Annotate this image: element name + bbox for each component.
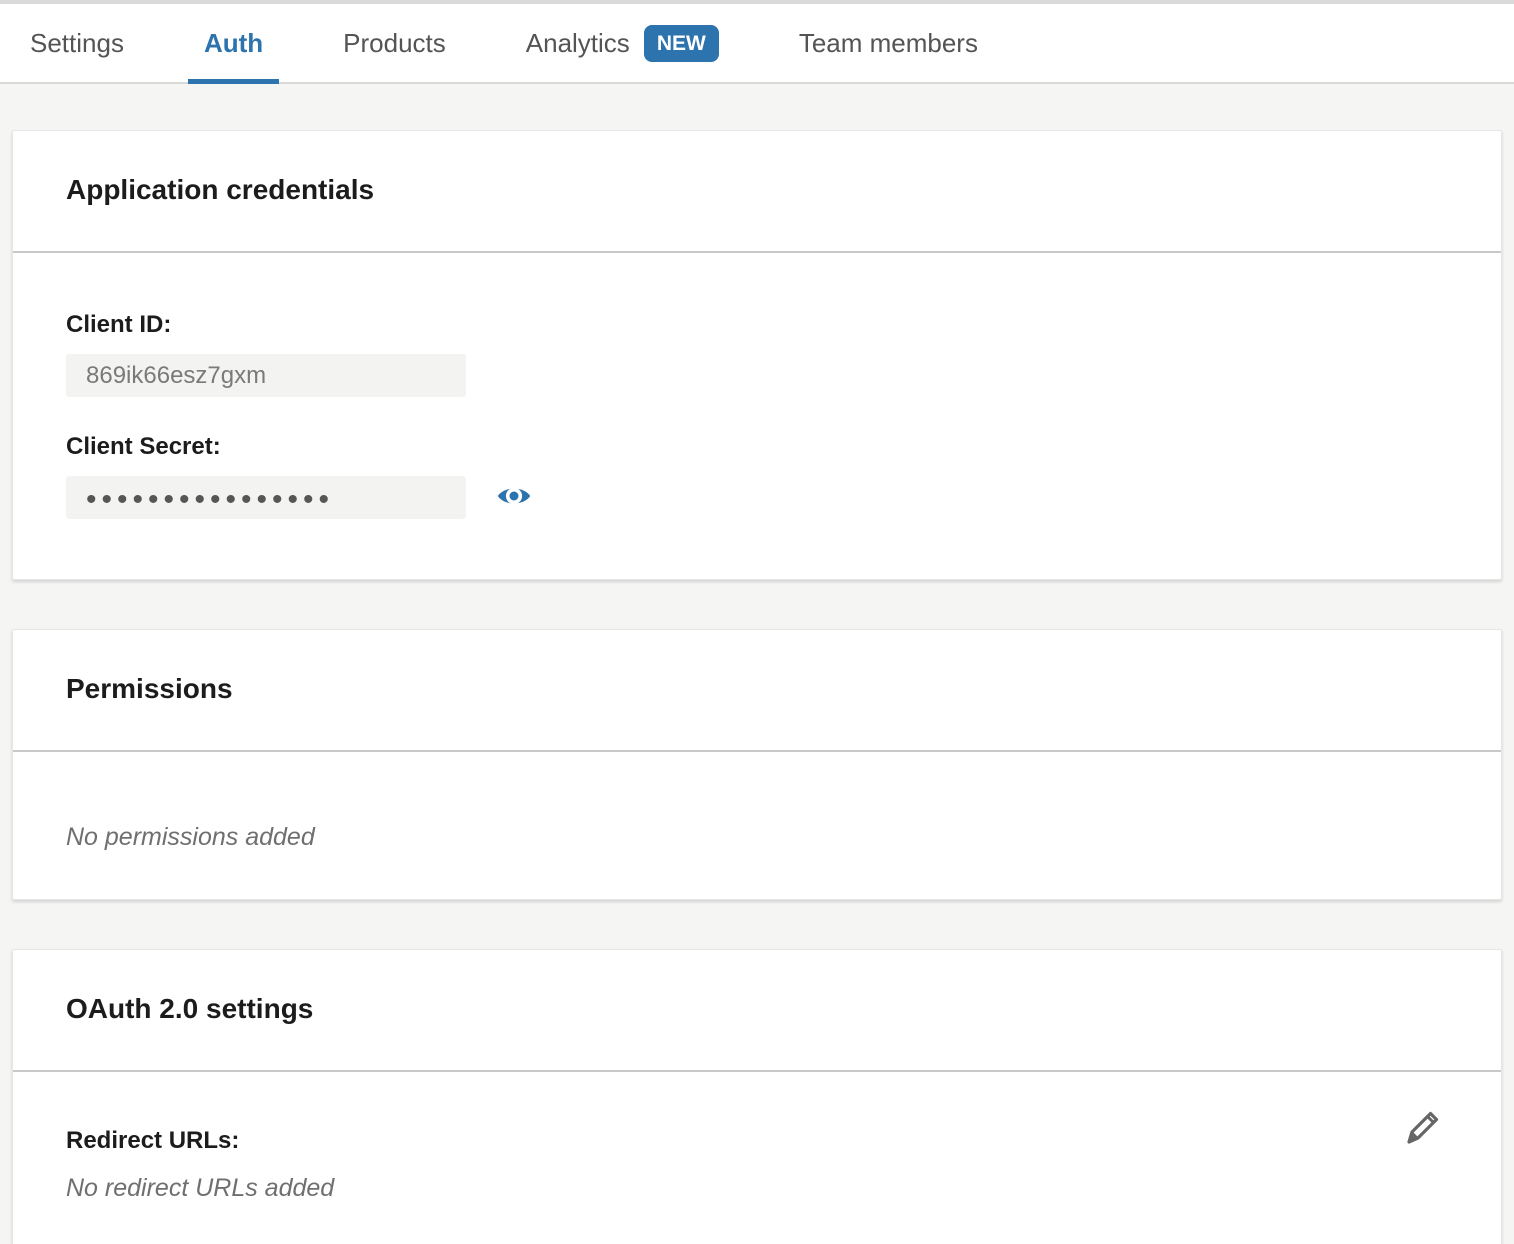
tab-analytics-label: Analytics — [526, 28, 630, 59]
tab-auth[interactable]: Auth — [188, 4, 279, 82]
permissions-header: Permissions — [13, 630, 1501, 752]
client-id-label: Client ID: — [66, 310, 1448, 340]
permissions-card: Permissions No permissions added — [12, 629, 1502, 900]
permissions-body: No permissions added — [13, 752, 1501, 899]
eye-icon — [496, 478, 532, 517]
show-secret-button[interactable] — [496, 480, 532, 516]
oauth-settings-header: OAuth 2.0 settings — [13, 950, 1501, 1072]
tab-analytics[interactable]: Analytics NEW — [510, 4, 735, 82]
tab-products-label: Products — [343, 28, 446, 59]
new-badge: NEW — [644, 25, 719, 62]
client-id-value: 869ik66esz7gxm — [66, 354, 466, 397]
application-credentials-card: Application credentials Client ID: 869ik… — [12, 130, 1502, 580]
oauth-settings-body: Redirect URLs: No redirect URLs added — [13, 1072, 1501, 1244]
oauth-settings-title: OAuth 2.0 settings — [66, 993, 1448, 1025]
tab-settings-label: Settings — [30, 28, 124, 59]
application-credentials-body: Client ID: 869ik66esz7gxm Client Secret:… — [13, 253, 1501, 579]
oauth-settings-card: OAuth 2.0 settings Redirect URLs: No red… — [12, 949, 1502, 1244]
main-content: Application credentials Client ID: 869ik… — [0, 84, 1514, 1244]
tab-team-members-label: Team members — [799, 28, 978, 59]
redirect-urls-label: Redirect URLs: — [66, 1126, 1448, 1156]
app-tab-bar: Settings Auth Products Analytics NEW Tea… — [0, 4, 1514, 84]
permissions-title: Permissions — [66, 673, 1448, 705]
pencil-icon — [1399, 1138, 1445, 1153]
application-credentials-title: Application credentials — [66, 174, 1448, 206]
client-secret-row: •••••••••••••••• — [66, 462, 1448, 519]
tab-auth-label: Auth — [204, 28, 263, 59]
client-secret-label: Client Secret: — [66, 432, 1448, 462]
client-secret-value: •••••••••••••••• — [66, 476, 466, 519]
tab-settings[interactable]: Settings — [14, 4, 140, 82]
tab-products[interactable]: Products — [327, 4, 462, 82]
application-credentials-header: Application credentials — [13, 131, 1501, 253]
redirect-urls-empty-text: No redirect URLs added — [66, 1173, 1448, 1203]
edit-redirect-urls-button[interactable] — [1399, 1104, 1445, 1150]
client-secret-masked-dots: •••••••••••••••• — [86, 481, 334, 515]
tab-team-members[interactable]: Team members — [783, 4, 994, 82]
permissions-empty-text: No permissions added — [66, 822, 1448, 852]
